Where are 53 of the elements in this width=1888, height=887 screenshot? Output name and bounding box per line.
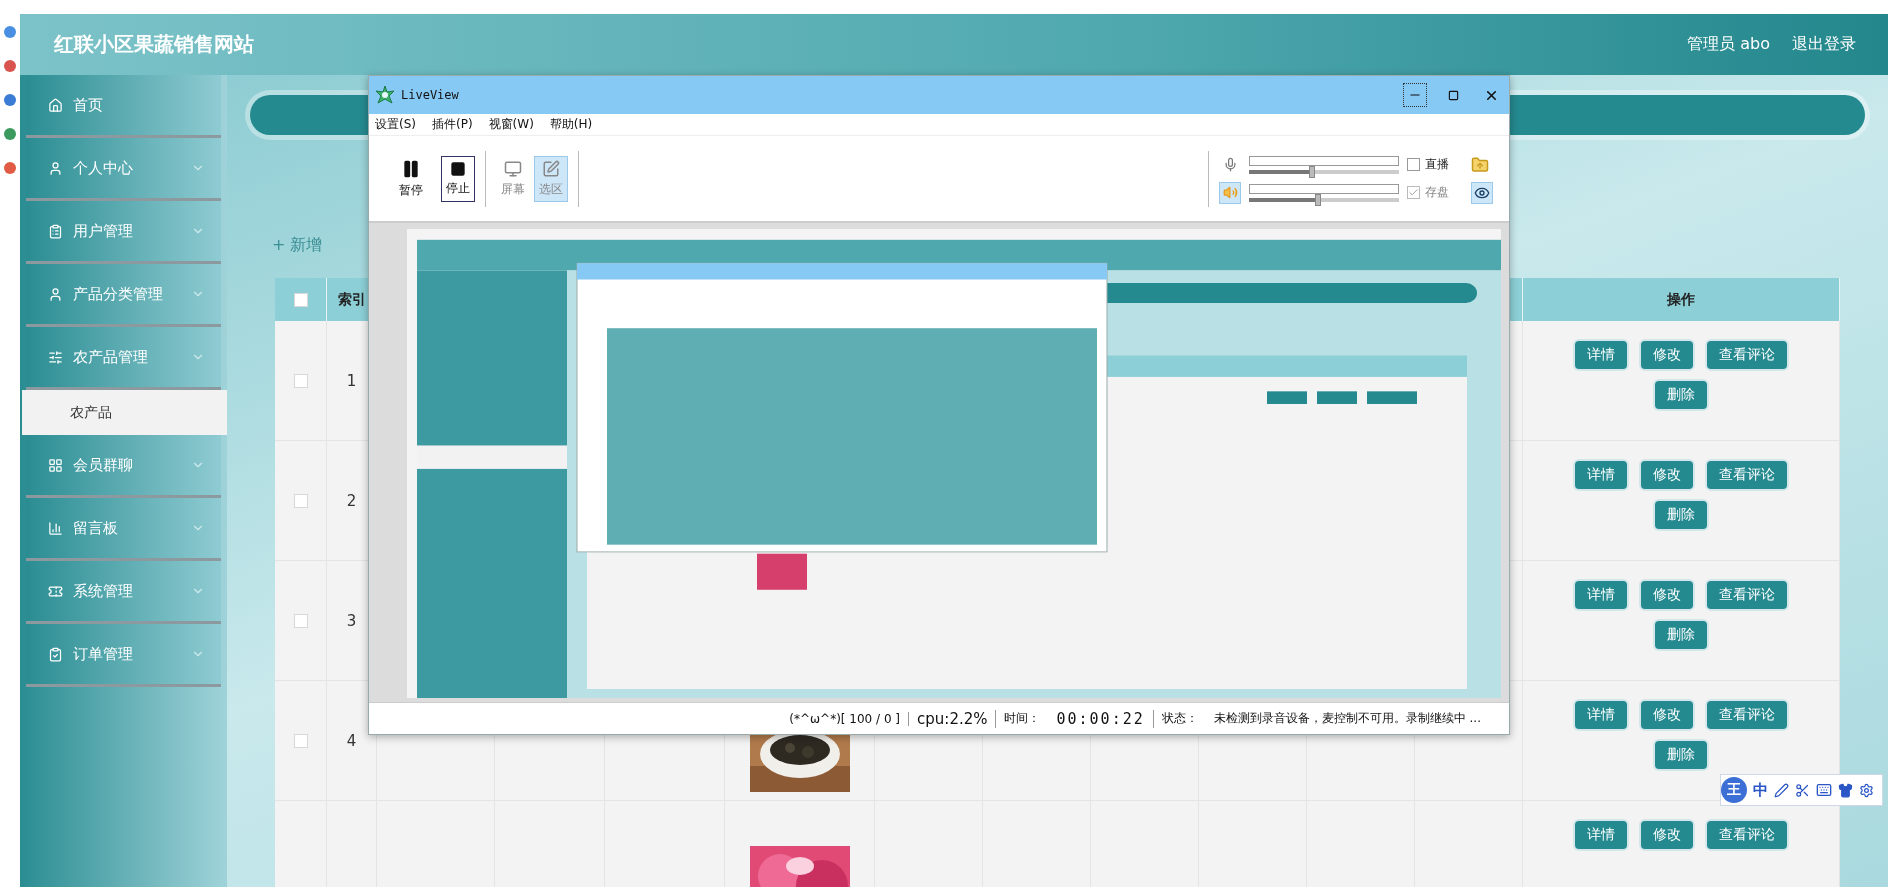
- menu-item[interactable]: 帮助(H): [549, 116, 593, 133]
- action-button[interactable]: 查看评论: [1705, 699, 1789, 731]
- action-button[interactable]: 修改: [1639, 339, 1695, 371]
- table-cell: 4: [346, 731, 357, 750]
- sidebar-item[interactable]: 留言板: [26, 498, 221, 561]
- ime-badge[interactable]: 王: [1721, 777, 1747, 803]
- frame-counter: (*^ω^*)[ 100 / 0 ]: [781, 711, 910, 726]
- logout-link[interactable]: 退出登录: [1792, 34, 1856, 55]
- input-mode-toggle[interactable]: 中: [1753, 780, 1768, 800]
- status-message: 未检测到录音设备，麦控制不可用。录制继续中 ...: [1212, 710, 1482, 727]
- action-button[interactable]: 详情: [1573, 819, 1629, 851]
- action-button[interactable]: 详情: [1573, 339, 1629, 371]
- toolbar-button[interactable]: 暂停: [385, 155, 437, 202]
- table-cell: 1: [346, 371, 357, 390]
- action-button[interactable]: 删除: [1653, 619, 1709, 651]
- sidebar-item[interactable]: 个人中心: [26, 138, 221, 201]
- action-button[interactable]: 修改: [1639, 699, 1695, 731]
- user-name: 管理员 abo: [1687, 34, 1770, 55]
- menu-item[interactable]: 视窗(W): [488, 116, 534, 133]
- sidebar-item[interactable]: 产品分类管理: [26, 264, 221, 327]
- menu-item[interactable]: 设置(S): [375, 116, 416, 133]
- sidebar-item[interactable]: 订单管理: [26, 624, 221, 687]
- action-button[interactable]: 查看评论: [1705, 819, 1789, 851]
- action-button[interactable]: 删除: [1653, 379, 1709, 411]
- sidebar-subitem[interactable]: 农产品: [22, 390, 227, 435]
- menu-item[interactable]: 插件(P): [432, 116, 473, 133]
- action-button[interactable]: 查看评论: [1705, 339, 1789, 371]
- sidebar-item[interactable]: 农产品管理: [26, 327, 221, 390]
- sidebar-item[interactable]: 首页: [26, 75, 221, 138]
- sidebar-item[interactable]: 系统管理: [26, 561, 221, 624]
- toolbar-button[interactable]: 停止: [441, 155, 475, 202]
- status-label: 状态：: [1160, 710, 1199, 727]
- action-button[interactable]: 修改: [1639, 579, 1695, 611]
- table-cell: 3: [346, 611, 357, 630]
- action-button[interactable]: 删除: [1653, 499, 1709, 531]
- checkbox-option[interactable]: 直播: [1407, 156, 1463, 173]
- action-button[interactable]: 查看评论: [1705, 459, 1789, 491]
- sidebar-item[interactable]: 会员群聊: [26, 435, 221, 498]
- action-button[interactable]: 详情: [1573, 579, 1629, 611]
- action-button[interactable]: 修改: [1639, 459, 1695, 491]
- site-title: 红联小区果蔬销售网站: [54, 31, 255, 58]
- action-button[interactable]: 查看评论: [1705, 579, 1789, 611]
- action-button[interactable]: 详情: [1573, 699, 1629, 731]
- window-title: LiveView: [401, 88, 460, 102]
- time-label: 时间：: [1003, 710, 1042, 727]
- add-button[interactable]: + 新增: [272, 235, 323, 256]
- cpu-usage: cpu:2.2%: [909, 709, 997, 728]
- action-button[interactable]: 详情: [1573, 459, 1629, 491]
- timer-display: 00:00:22: [1048, 709, 1154, 728]
- sidebar-item[interactable]: 用户管理: [26, 201, 221, 264]
- action-button[interactable]: 删除: [1653, 739, 1709, 771]
- action-button[interactable]: 修改: [1639, 819, 1695, 851]
- table-cell: 2: [346, 491, 357, 510]
